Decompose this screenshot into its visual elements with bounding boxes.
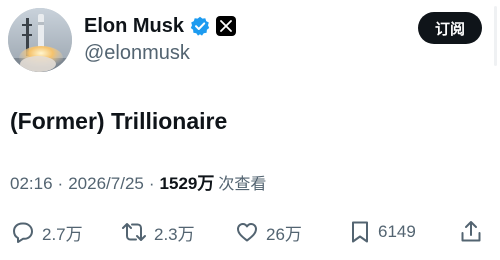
bookmark-count: 6149	[378, 222, 416, 241]
repost-count: 2.3万	[154, 224, 195, 244]
repost-icon	[122, 223, 146, 241]
tweet-date[interactable]: 2026/7/25	[68, 172, 144, 196]
user-handle[interactable]: @elonmusk	[84, 40, 190, 66]
avatar[interactable]	[8, 8, 72, 72]
display-name[interactable]: Elon Musk	[84, 12, 184, 40]
name-row: Elon Musk	[84, 12, 237, 40]
heart-icon	[237, 223, 257, 242]
avatar-rocket-launch-image	[8, 8, 72, 72]
tweet-header: Elon Musk @elonmusk 订阅	[0, 0, 500, 80]
bookmark-button[interactable]: 6149	[348, 218, 416, 246]
meta-separator: ·	[57, 174, 64, 193]
bookmark-icon	[352, 221, 368, 243]
view-count-label: 次查看	[218, 174, 267, 193]
x-logo-icon	[216, 16, 237, 36]
scrollbar[interactable]	[494, 6, 497, 66]
tweet-actions: 2.7万 2.3万 26万 6149	[0, 212, 500, 252]
tweet-meta: 02:16 · 2026/7/25 · 1529万 次查看	[10, 172, 266, 196]
verified-badge-icon	[190, 16, 210, 36]
reply-button[interactable]: 2.7万	[10, 218, 83, 246]
repost-button[interactable]: 2.3万	[120, 218, 195, 246]
tweet-time[interactable]: 02:16	[10, 172, 53, 196]
share-button[interactable]	[458, 218, 484, 246]
meta-separator: ·	[148, 174, 155, 193]
view-count[interactable]: 1529万	[160, 172, 215, 196]
share-icon	[461, 221, 481, 242]
subscribe-button[interactable]: 订阅	[418, 12, 482, 44]
reply-count: 2.7万	[42, 224, 83, 244]
like-button[interactable]: 26万	[234, 218, 302, 246]
like-count: 26万	[266, 224, 302, 244]
tweet-text: (Former) Trillionaire	[10, 108, 228, 134]
reply-icon	[13, 222, 33, 243]
